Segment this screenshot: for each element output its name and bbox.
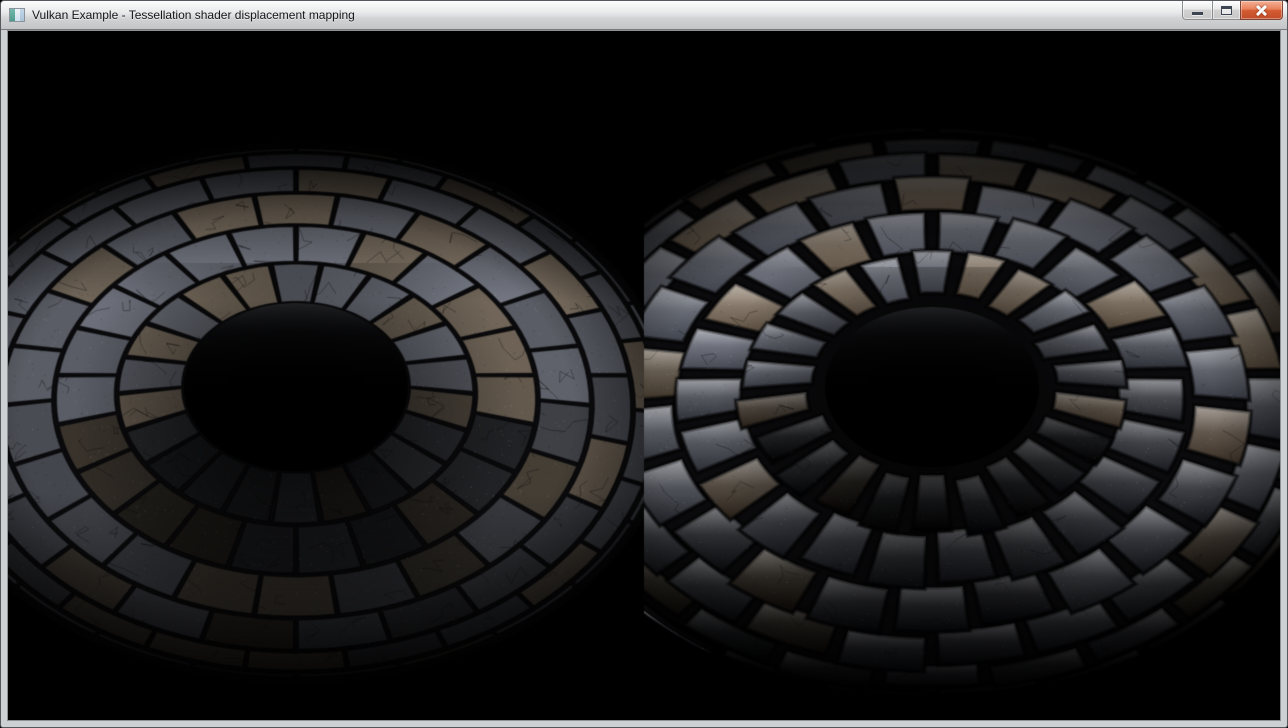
maximize-button[interactable] (1212, 1, 1241, 20)
title-bar[interactable]: Vulkan Example - Tessellation shader dis… (1, 1, 1287, 30)
minimize-icon (1192, 12, 1203, 15)
maximize-icon (1221, 6, 1232, 15)
render-area (7, 30, 1281, 721)
app-window: Vulkan Example - Tessellation shader dis… (0, 0, 1288, 728)
window-title: Vulkan Example - Tessellation shader dis… (32, 8, 355, 23)
close-icon (1255, 4, 1268, 17)
minimize-button[interactable] (1182, 1, 1213, 20)
close-button[interactable] (1240, 1, 1283, 20)
window-controls (1183, 1, 1283, 20)
render-canvas[interactable] (8, 31, 1280, 720)
app-icon (9, 8, 25, 22)
